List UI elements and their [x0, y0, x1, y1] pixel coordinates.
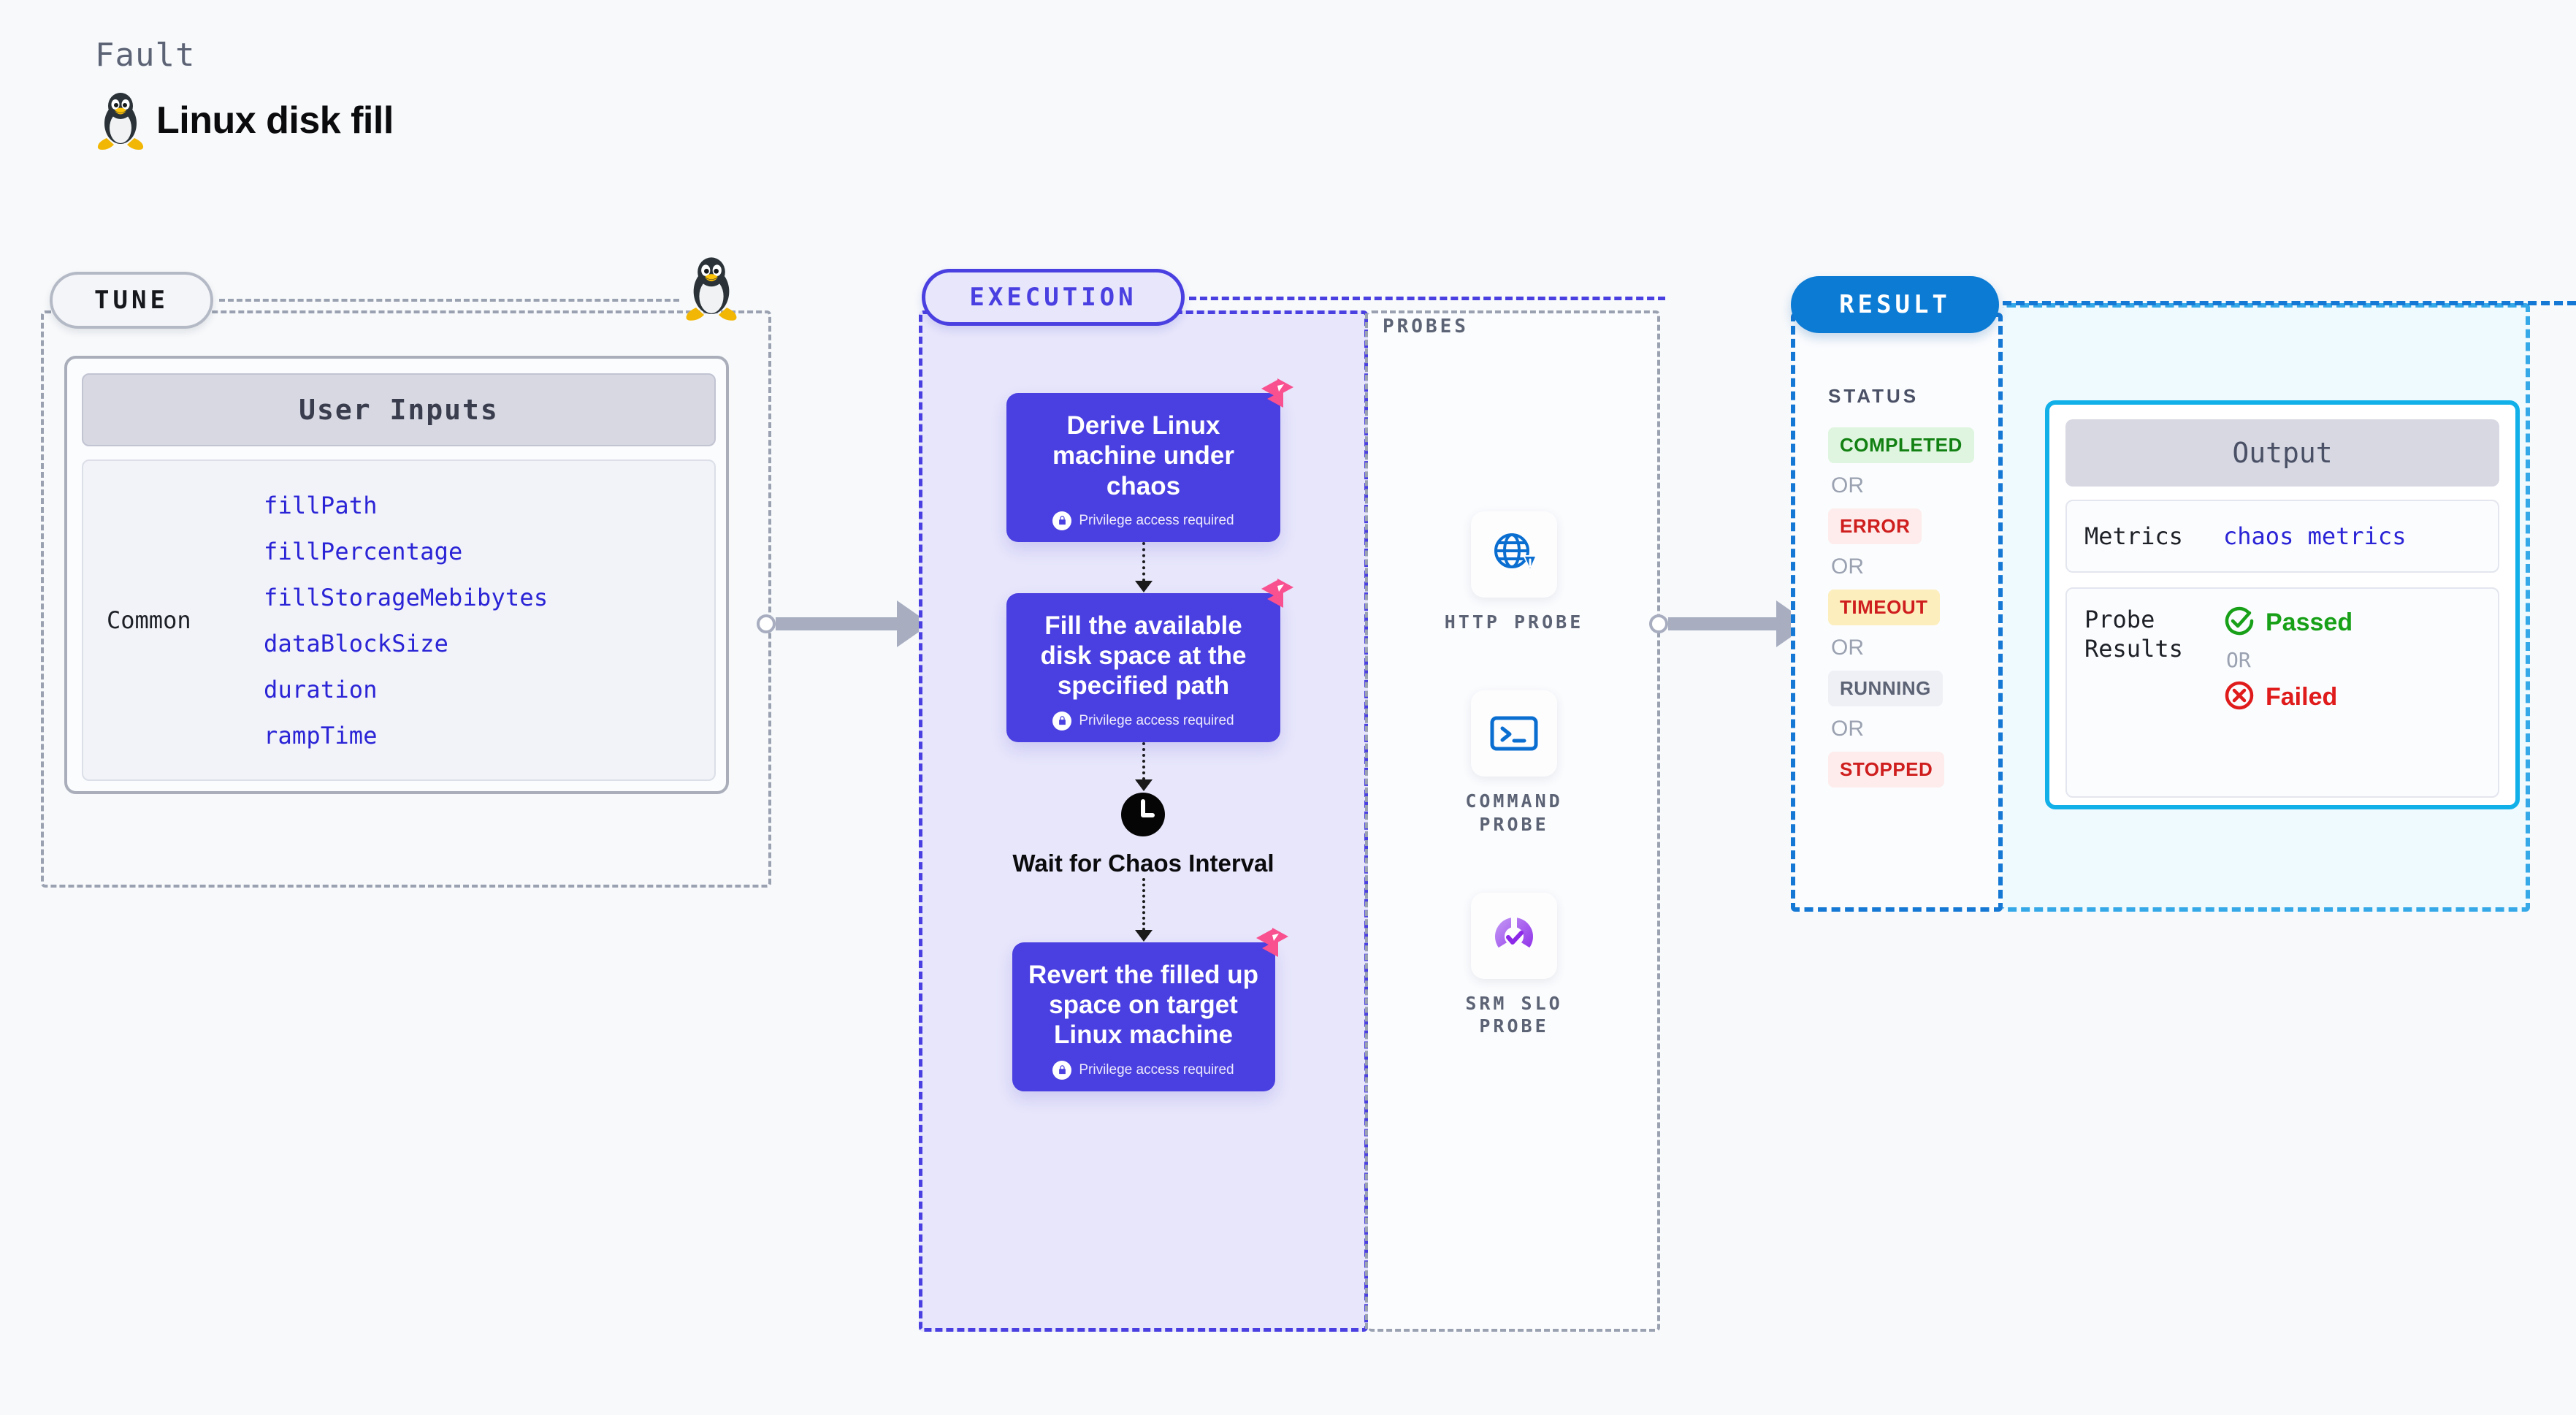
user-inputs-card: User Inputs Common fillPath fillPercenta…	[64, 356, 729, 794]
metrics-value[interactable]: chaos metrics	[2223, 522, 2406, 550]
input-name[interactable]: duration	[264, 676, 548, 703]
privilege-note-text: Privilege access required	[1079, 1061, 1234, 1078]
globe-warning-icon	[1470, 511, 1557, 598]
tune-badge: TUNE	[50, 272, 213, 329]
status-badge: STOPPED	[1828, 752, 1945, 787]
wait-node-label: Wait for Chaos Interval	[1012, 849, 1274, 877]
execution-step[interactable]: Fill the available disk space at the spe…	[1006, 578, 1293, 742]
fault-kicker: Fault	[95, 37, 196, 74]
linux-penguin-icon	[683, 254, 740, 322]
result-badge: RESULT	[1791, 276, 1999, 333]
wait-node: Wait for Chaos Interval	[1012, 792, 1274, 878]
execution-badge: EXECUTION	[922, 269, 1185, 326]
status-title: STATUS	[1828, 385, 1919, 407]
lock-icon	[1052, 1060, 1072, 1080]
chaos-mark-icon	[1260, 377, 1295, 416]
page-header: Fault Linux disk fill	[95, 37, 394, 151]
user-inputs-body: Common fillPath fillPercentage fillStora…	[82, 459, 716, 781]
flow-arrow	[1134, 741, 1153, 792]
status-badge: TIMEOUT	[1828, 590, 1940, 625]
connector-start-dot	[757, 614, 776, 633]
input-name[interactable]: rampTime	[264, 722, 548, 750]
probe-item-srm-slo[interactable]: SRM SLO PROBE	[1426, 892, 1602, 1038]
privilege-note-text: Privilege access required	[1079, 712, 1234, 728]
metrics-row: Metrics chaos metrics	[2065, 500, 2499, 573]
connector-line	[776, 617, 898, 630]
probe-label: COMMAND PROBE	[1465, 790, 1563, 835]
probe-result-failed: Failed	[2223, 679, 2353, 715]
execution-step[interactable]: Derive Linux machine under chaos Privile…	[1006, 378, 1293, 542]
input-name[interactable]: fillPercentage	[264, 538, 548, 565]
privilege-note-text: Privilege access required	[1079, 512, 1234, 528]
probe-results-row: Probe Results Passed OR Failed	[2065, 587, 2499, 798]
passed-label: Passed	[2266, 609, 2353, 636]
probe-label: HTTP PROBE	[1444, 611, 1584, 633]
or-separator: OR	[1831, 636, 1864, 660]
input-group-label: Common	[107, 606, 191, 634]
status-chip-list: COMPLETED OR ERROR OR TIMEOUT OR RUNNING…	[1828, 427, 1996, 787]
probe-results-values: Passed OR Failed	[2223, 605, 2353, 715]
connector-start-dot	[1649, 614, 1668, 633]
linux-penguin-icon	[95, 90, 146, 151]
probe-result-passed: Passed	[2223, 605, 2353, 641]
chaos-mark-icon	[1255, 926, 1290, 965]
connector-tune-to-execution	[757, 600, 939, 647]
terminal-icon	[1471, 690, 1557, 777]
clock-icon	[1120, 792, 1166, 841]
privilege-note: Privilege access required	[1023, 511, 1264, 530]
privilege-note: Privilege access required	[1023, 711, 1264, 731]
slo-gauge-icon	[1471, 892, 1557, 979]
execution-step-title: Derive Linux machine under chaos	[1052, 411, 1234, 500]
input-name[interactable]: dataBlockSize	[264, 630, 548, 657]
output-card: Output Metrics chaos metrics Probe Resul…	[2045, 400, 2520, 809]
execution-step-title: Fill the available disk space at the spe…	[1040, 611, 1247, 701]
status-badge: RUNNING	[1828, 671, 1943, 706]
metrics-label: Metrics	[2084, 522, 2183, 550]
execution-flow: Derive Linux machine under chaos Privile…	[919, 358, 1368, 1091]
connector-line	[1668, 617, 1778, 630]
or-separator: OR	[2226, 648, 2251, 672]
check-circle-icon	[2223, 605, 2255, 641]
page-title: Linux disk fill	[156, 99, 394, 142]
lock-icon	[1052, 511, 1072, 530]
output-header: Output	[2065, 419, 2499, 487]
execution-dash-connector	[1189, 297, 1665, 300]
fault-title-row: Linux disk fill	[95, 90, 394, 151]
lock-icon	[1052, 711, 1072, 731]
x-circle-icon	[2223, 679, 2255, 715]
probe-item-command[interactable]: COMMAND PROBE	[1426, 690, 1602, 836]
flow-arrow	[1134, 877, 1153, 942]
or-separator: OR	[1831, 554, 1864, 579]
status-badge: COMPLETED	[1828, 427, 1974, 463]
failed-label: Failed	[2266, 683, 2338, 711]
chaos-mark-icon	[1260, 577, 1295, 616]
probe-item-http[interactable]: HTTP PROBE	[1445, 511, 1584, 633]
flow-arrow	[1134, 541, 1153, 593]
input-name-list: fillPath fillPercentage fillStorageMebib…	[264, 492, 548, 750]
status-badge: ERROR	[1828, 508, 1922, 544]
privilege-note: Privilege access required	[1028, 1060, 1259, 1080]
execution-step-title: Revert the filled up space on target Lin…	[1028, 960, 1259, 1050]
tune-dash-connector	[219, 299, 679, 302]
result-dash-connector	[2003, 301, 2576, 305]
probe-label: SRM SLO PROBE	[1465, 992, 1563, 1037]
or-separator: OR	[1831, 473, 1864, 497]
probe-list: HTTP PROBE COMMAND PROBE SRM SLO PROBE	[1368, 511, 1660, 1037]
execution-step[interactable]: Revert the filled up space on target Lin…	[1012, 927, 1288, 1091]
user-inputs-header: User Inputs	[82, 373, 716, 446]
input-name[interactable]: fillPath	[264, 492, 548, 519]
probes-title: PROBES	[1383, 316, 1469, 337]
probe-results-label: Probe Results	[2084, 606, 2183, 663]
or-separator: OR	[1831, 717, 1864, 741]
input-name[interactable]: fillStorageMebibytes	[264, 584, 548, 611]
